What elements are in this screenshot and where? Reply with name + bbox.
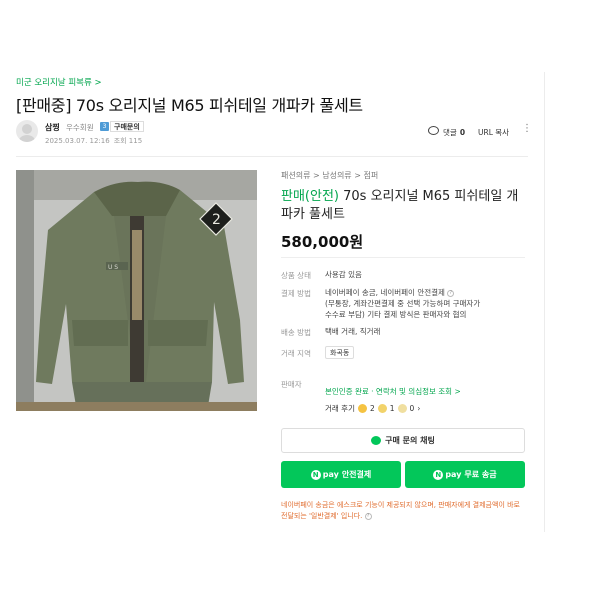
payment-line-2: (무통장, 계좌간편결제 중 선택 가능하며 구매자가: [325, 299, 481, 308]
naver-n-icon: N: [433, 469, 444, 480]
payment-line-1: 네이버페이 송금, 네이버페이 안전결제: [325, 288, 445, 297]
board-link[interactable]: 미군 오리지날 피복류 >: [16, 76, 102, 88]
review-label: 거래 후기: [325, 404, 355, 413]
page-divider: [544, 72, 545, 532]
naver-n-icon: N: [310, 469, 321, 480]
avatar[interactable]: [16, 120, 38, 142]
review-good-count: 2: [369, 404, 375, 413]
view-count: 조회 115: [113, 137, 143, 145]
free-transfer-label: 무료 송금: [464, 470, 497, 479]
member-grade: 우수회원: [66, 123, 94, 132]
npay-logo: Npay: [433, 469, 462, 480]
comment-button[interactable]: 댓글 0: [443, 127, 465, 138]
pay-brand-label: pay: [322, 470, 339, 479]
bad-face-icon: [397, 404, 407, 413]
free-transfer-button[interactable]: Npay 무료 송금: [405, 461, 525, 488]
svg-text:2: 2: [212, 212, 221, 228]
review-ok-count: 1: [389, 404, 395, 413]
parka-image: U S 2: [16, 170, 257, 411]
product-photo[interactable]: U S 2: [16, 170, 257, 411]
header-divider: [16, 156, 528, 157]
comment-label: 댓글: [443, 128, 457, 137]
chevron-right-icon: ›: [417, 404, 421, 413]
svg-text:U S: U S: [108, 264, 118, 271]
delivery-value: 택배 거래, 직거래: [325, 327, 381, 336]
seller-verify-link[interactable]: 본인인증 완료 · 연락처 및 의심정보 조회 >: [325, 386, 461, 397]
inquiry-badge[interactable]: 구매문의: [110, 121, 144, 132]
trade-reviews[interactable]: 거래 후기 2 1 0 ›: [325, 403, 420, 414]
chat-button-label: 구매 문의 채팅: [385, 436, 435, 445]
pay-brand-label: pay: [445, 470, 462, 479]
neutral-face-icon: [377, 404, 387, 413]
area-tag[interactable]: 화곡동: [325, 346, 355, 359]
grade-badge: 3: [100, 122, 109, 131]
safe-pay-button[interactable]: Npay 안전결제: [281, 461, 401, 488]
product-title: 판매(안전) 70s 오리지널 M65 피쉬테일 개파카 풀세트: [281, 188, 521, 224]
delivery-label: 배송 방법: [281, 328, 311, 337]
more-options-icon[interactable]: ⋮: [522, 124, 532, 134]
good-face-icon: [357, 404, 367, 413]
area-label: 거래 지역: [281, 349, 311, 358]
product-status-tag: 판매(안전): [281, 189, 339, 204]
chat-icon: [371, 436, 382, 445]
price-divider: [281, 257, 525, 258]
safe-pay-label: 안전결제: [341, 470, 372, 479]
condition-label: 상품 상태: [281, 271, 311, 280]
post-title: [판매중] 70s 오리지널 M65 피쉬테일 개파카 풀세트: [16, 96, 363, 115]
review-bad-count: 0: [409, 404, 415, 413]
npay-logo: Npay: [310, 469, 339, 480]
url-copy-button[interactable]: URL 복사: [478, 127, 509, 138]
payment-line-3: 수수료 부담) 기타 결제 방식은 판매자와 협의: [325, 310, 467, 319]
chat-button[interactable]: 구매 문의 채팅: [281, 428, 525, 453]
payment-value: 네이버페이 송금, 네이버페이 안전결제 ? (무통장, 계좌간편결제 중 선택…: [325, 287, 480, 320]
post-meta: 2025.03.07. 12:16 조회 115: [45, 136, 142, 146]
payment-notice-text: 네이버페이 송금은 에스크로 기능이 제공되지 않으며, 판매자에게 결제금액이…: [281, 501, 520, 520]
help-icon[interactable]: ?: [364, 512, 372, 520]
payment-label: 결제 방법: [281, 289, 311, 298]
help-icon[interactable]: ?: [447, 289, 455, 297]
payment-notice: 네이버페이 송금은 에스크로 기능이 제공되지 않으며, 판매자에게 결제금액이…: [281, 500, 527, 522]
author-name[interactable]: 삼찡: [45, 122, 60, 133]
comment-icon[interactable]: [428, 126, 439, 135]
comment-count: 0: [459, 128, 466, 137]
post-date: 2025.03.07. 12:16: [45, 137, 110, 145]
seller-label: 판매자: [281, 380, 302, 389]
category-breadcrumb[interactable]: 패션의류 > 남성의류 > 점퍼: [281, 170, 378, 181]
condition-value: 사용감 있음: [325, 270, 362, 279]
product-price: 580,000원: [281, 233, 364, 251]
